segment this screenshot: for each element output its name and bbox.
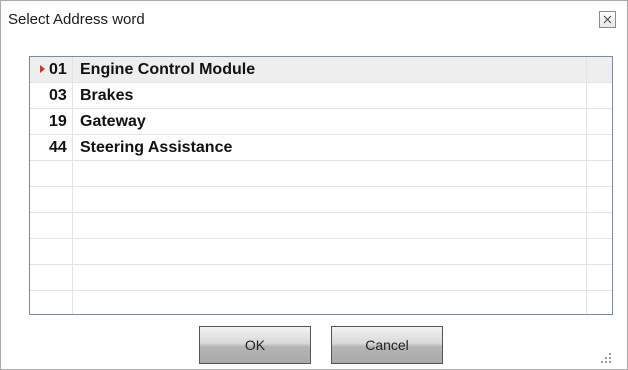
row-name: Brakes xyxy=(80,87,134,104)
cancel-button[interactable]: Cancel xyxy=(331,326,443,364)
empty-list-row xyxy=(30,291,612,314)
row-code: 19 xyxy=(49,113,67,130)
column-divider xyxy=(72,57,73,314)
empty-list-row xyxy=(30,213,612,239)
list-row[interactable]: 03 Brakes xyxy=(30,83,612,109)
empty-list-row xyxy=(30,265,612,291)
ok-button[interactable]: OK xyxy=(199,326,311,364)
row-code: 03 xyxy=(49,87,67,104)
row-code: 44 xyxy=(49,139,67,156)
list-row[interactable]: 19 Gateway xyxy=(30,109,612,135)
column-divider xyxy=(586,57,587,314)
close-button[interactable] xyxy=(599,11,616,28)
empty-list-row xyxy=(30,161,612,187)
row-name: Gateway xyxy=(80,113,146,130)
close-icon xyxy=(603,15,612,24)
row-selector-arrow-icon xyxy=(40,65,45,73)
row-code: 01 xyxy=(49,61,67,78)
select-address-dialog: Select Address word 01 Engine Control Mo… xyxy=(0,0,628,370)
title-bar: Select Address word xyxy=(1,1,627,39)
resize-grip-icon[interactable] xyxy=(599,351,613,365)
empty-list-row xyxy=(30,239,612,265)
list-row[interactable]: 44 Steering Assistance xyxy=(30,135,612,161)
address-word-list[interactable]: 01 Engine Control Module 03 Brakes 19 Ga… xyxy=(29,56,613,315)
dialog-title: Select Address word xyxy=(8,11,145,28)
row-name: Steering Assistance xyxy=(80,139,233,156)
empty-list-row xyxy=(30,187,612,213)
row-name: Engine Control Module xyxy=(80,61,256,78)
list-row[interactable]: 01 Engine Control Module xyxy=(30,57,612,83)
